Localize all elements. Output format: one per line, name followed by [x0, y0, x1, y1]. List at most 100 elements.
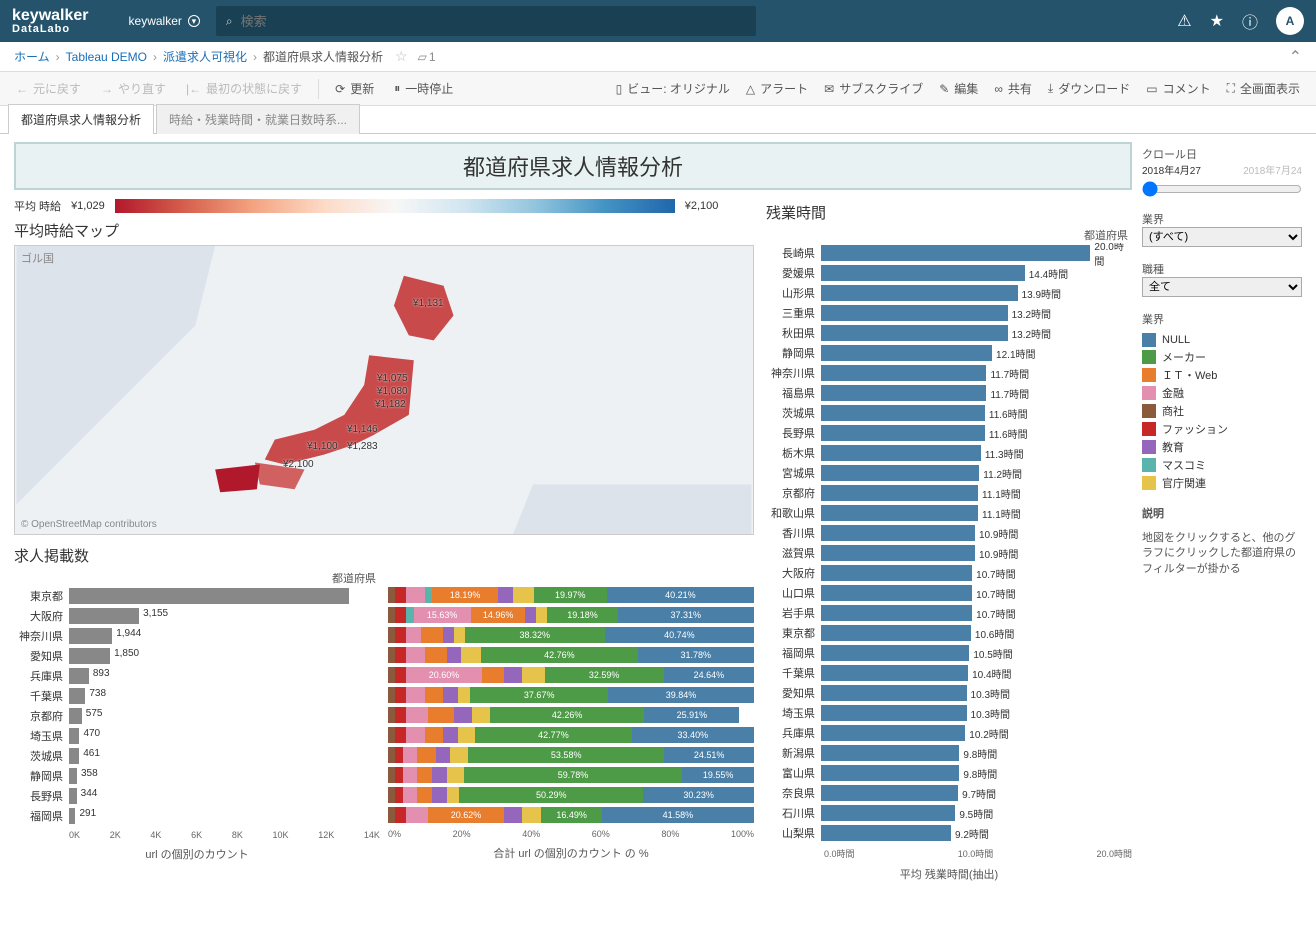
table-row[interactable]: 宮城県11.2時間	[766, 463, 1132, 483]
legend-item[interactable]: ＩＴ・Web	[1142, 367, 1302, 383]
table-row[interactable]: 42.26%25.91%	[388, 705, 754, 725]
table-row[interactable]: 15.63%14.96%19.18%37.31%	[388, 605, 754, 625]
table-row[interactable]: 京都府11.1時間	[766, 483, 1132, 503]
legend-item[interactable]: マスコミ	[1142, 457, 1302, 473]
table-row[interactable]: 福岡県10.5時間	[766, 643, 1132, 663]
table-row[interactable]: 兵庫県893	[14, 666, 380, 686]
table-row[interactable]: 福岡県291	[14, 806, 380, 826]
search-icon: ⌕	[226, 14, 233, 29]
table-row[interactable]: 東京都10.6時間	[766, 623, 1132, 643]
download-button[interactable]: ⤓ダウンロード	[1040, 76, 1138, 101]
table-row[interactable]: 大阪府10.7時間	[766, 563, 1132, 583]
table-row[interactable]: 37.67%39.84%	[388, 685, 754, 705]
table-row[interactable]: 茨城県11.6時間	[766, 403, 1132, 423]
table-row[interactable]: 38.32%40.74%	[388, 625, 754, 645]
fullscreen-button[interactable]: ⛶全画面表示	[1219, 76, 1308, 101]
table-row[interactable]: 千葉県738	[14, 686, 380, 706]
color-legend: NULL メーカー ＩＴ・Web 金融商社ファッション教育マスコミ官庁関連	[1142, 333, 1302, 491]
table-row[interactable]: 富山県9.8時間	[766, 763, 1132, 783]
table-row[interactable]: 滋賀県10.9時間	[766, 543, 1132, 563]
favorite-icon[interactable]: ★	[1210, 11, 1224, 31]
table-row[interactable]: 和歌山県11.1時間	[766, 503, 1132, 523]
breadcrumb-l2[interactable]: 派遣求人可視化	[163, 48, 247, 65]
table-row[interactable]: 50.29%30.23%	[388, 785, 754, 805]
table-row[interactable]: 59.78%19.55%	[388, 765, 754, 785]
legend-item[interactable]: 金融	[1142, 385, 1302, 401]
jobs-pct-chart[interactable]: 18.19%19.97%40.21%15.63%14.96%19.18%37.3…	[388, 570, 754, 864]
view-button[interactable]: ▯ビュー: オリジナル	[608, 76, 738, 101]
share-icon: ∞	[994, 82, 1003, 96]
table-row[interactable]: 埼玉県10.3時間	[766, 703, 1132, 723]
star-icon[interactable]: ☆	[395, 48, 408, 65]
alert-icon[interactable]: ⚠	[1177, 11, 1191, 31]
table-row[interactable]: 兵庫県10.2時間	[766, 723, 1132, 743]
table-row[interactable]: 42.77%33.40%	[388, 725, 754, 745]
share-button[interactable]: ∞共有	[986, 76, 1040, 101]
table-row[interactable]: 53.58%24.51%	[388, 745, 754, 765]
table-row[interactable]: 千葉県10.4時間	[766, 663, 1132, 683]
legend-item[interactable]: NULL	[1142, 333, 1302, 347]
table-row[interactable]: 20.62%16.49%41.58%	[388, 805, 754, 825]
table-row[interactable]: 愛媛県14.4時間	[766, 263, 1132, 283]
table-row[interactable]: 埼玉県470	[14, 726, 380, 746]
overtime-chart[interactable]: 都道府県 長崎県20.0時間愛媛県14.4時間山形県13.9時間三重県13.2時…	[766, 227, 1132, 884]
table-row[interactable]: 静岡県358	[14, 766, 380, 786]
search-input[interactable]: ⌕	[216, 6, 756, 36]
legend-item[interactable]: 官庁関連	[1142, 475, 1302, 491]
tab-timeseries[interactable]: 時給・残業時間・就業日数時系...	[156, 104, 360, 134]
table-row[interactable]: 20.60%32.59%24.64%	[388, 665, 754, 685]
refresh-button[interactable]: ⟳更新	[327, 76, 382, 101]
table-row[interactable]: 大阪府3,155	[14, 606, 380, 626]
table-row[interactable]: 長野県11.6時間	[766, 423, 1132, 443]
table-row[interactable]: 静岡県12.1時間	[766, 343, 1132, 363]
table-row[interactable]: 三重県13.2時間	[766, 303, 1132, 323]
industry-filter[interactable]: (すべて)	[1142, 227, 1302, 247]
table-row[interactable]: 神奈川県11.7時間	[766, 363, 1132, 383]
table-row[interactable]: 愛知県10.3時間	[766, 683, 1132, 703]
jobs-count-chart[interactable]: 都道府県 東京都12,612大阪府3,155神奈川県1,944愛知県1,850兵…	[14, 570, 380, 864]
table-row[interactable]: 香川県10.9時間	[766, 523, 1132, 543]
table-row[interactable]: 愛知県1,850	[14, 646, 380, 666]
avatar[interactable]: A	[1276, 7, 1304, 35]
jobtype-filter[interactable]: 全て	[1142, 277, 1302, 297]
table-row[interactable]: 長崎県20.0時間	[766, 243, 1132, 263]
breadcrumb-l1[interactable]: Tableau DEMO	[66, 50, 147, 64]
table-row[interactable]: 18.19%19.97%40.21%	[388, 585, 754, 605]
table-row[interactable]: 石川県9.5時間	[766, 803, 1132, 823]
legend-item[interactable]: 商社	[1142, 403, 1302, 419]
legend-item[interactable]: ファッション	[1142, 421, 1302, 437]
breadcrumb-home[interactable]: ホーム	[14, 48, 50, 65]
edit-button[interactable]: ✎編集	[931, 76, 986, 101]
redo-button[interactable]: →やり直す	[93, 76, 174, 101]
legend-item[interactable]: メーカー	[1142, 349, 1302, 365]
info-icon[interactable]: ⓘ	[1242, 9, 1258, 33]
tab-prefecture-analysis[interactable]: 都道府県求人情報分析	[8, 104, 154, 134]
revert-button[interactable]: |←最初の状態に戻す	[178, 76, 310, 101]
table-row[interactable]: 東京都12,612	[14, 586, 380, 606]
table-row[interactable]: 長野県344	[14, 786, 380, 806]
table-row[interactable]: 山形県13.9時間	[766, 283, 1132, 303]
site-selector[interactable]: keywalker ▾	[129, 14, 200, 28]
comment-button[interactable]: ▭コメント	[1138, 76, 1218, 101]
alert-button[interactable]: △アラート	[738, 76, 816, 101]
table-row[interactable]: 山口県10.7時間	[766, 583, 1132, 603]
wage-map[interactable]: ゴル国 ¥1,131¥1,075¥1,080¥1,182¥1,146¥1,100…	[14, 245, 754, 535]
table-row[interactable]: 秋田県13.2時間	[766, 323, 1132, 343]
table-row[interactable]: 新潟県9.8時間	[766, 743, 1132, 763]
chevron-down-icon: ▾	[188, 15, 200, 27]
table-row[interactable]: 岩手県10.7時間	[766, 603, 1132, 623]
subscribe-button[interactable]: ✉サブスクライブ	[816, 76, 931, 101]
table-row[interactable]: 茨城県461	[14, 746, 380, 766]
table-row[interactable]: 神奈川県1,944	[14, 626, 380, 646]
undo-button[interactable]: ←元に戻す	[8, 76, 89, 101]
table-row[interactable]: 山梨県9.2時間	[766, 823, 1132, 843]
table-row[interactable]: 奈良県9.7時間	[766, 783, 1132, 803]
legend-item[interactable]: 教育	[1142, 439, 1302, 455]
crawl-date-slider[interactable]	[1142, 181, 1302, 197]
pause-button[interactable]: ⏸一時停止	[386, 76, 461, 101]
table-row[interactable]: 京都府575	[14, 706, 380, 726]
table-row[interactable]: 栃木県11.3時間	[766, 443, 1132, 463]
collapse-icon[interactable]: ⌃	[1289, 47, 1302, 67]
table-row[interactable]: 福島県11.7時間	[766, 383, 1132, 403]
table-row[interactable]: 42.76%31.78%	[388, 645, 754, 665]
